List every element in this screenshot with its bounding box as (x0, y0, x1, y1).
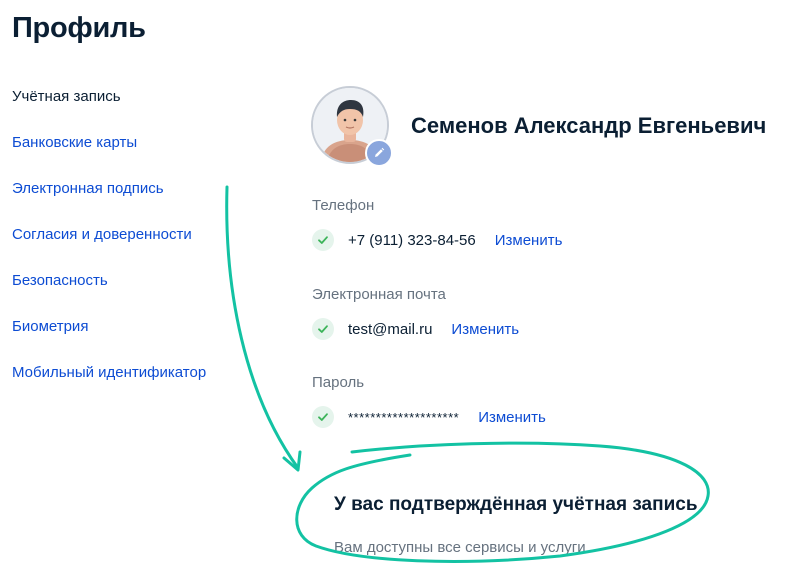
check-icon (312, 318, 334, 340)
page-title: Профиль (12, 12, 146, 44)
change-password-link[interactable]: Изменить (478, 409, 546, 426)
account-status-text: Вам доступны все сервисы и услуги (334, 539, 586, 556)
pencil-icon[interactable] (365, 139, 393, 167)
sidebar-item-mobile-id[interactable]: Мобильный идентификатор (12, 364, 206, 381)
sidebar-item-biometrics[interactable]: Биометрия (12, 318, 88, 335)
annotation-arrow (225, 185, 300, 470)
sidebar-item-security[interactable]: Безопасность (12, 272, 108, 289)
sidebar-item-consents[interactable]: Согласия и доверенности (12, 226, 192, 243)
annotation-arrowhead (282, 450, 302, 472)
password-label: Пароль (312, 374, 365, 391)
user-full-name: Семенов Александр Евгеньевич (411, 113, 767, 138)
email-row: test@mail.ru Изменить (312, 317, 519, 341)
email-label: Электронная почта (312, 286, 446, 303)
sidebar-item-account[interactable]: Учётная запись (12, 88, 121, 105)
check-icon (312, 406, 334, 428)
avatar[interactable] (311, 86, 393, 167)
sidebar-item-e-signature[interactable]: Электронная подпись (12, 180, 164, 197)
phone-label: Телефон (312, 197, 375, 214)
email-value: test@mail.ru (348, 320, 433, 338)
account-status-title: У вас подтверждённая учётная запись (334, 494, 698, 515)
sidebar-item-bank-cards[interactable]: Банковские карты (12, 134, 137, 151)
change-phone-link[interactable]: Изменить (495, 232, 563, 249)
password-value: ******************** (348, 409, 460, 425)
change-email-link[interactable]: Изменить (451, 321, 519, 338)
check-icon (312, 229, 334, 251)
phone-value: +7 (911) 323-84-56 (348, 231, 476, 249)
phone-row: +7 (911) 323-84-56 Изменить (312, 228, 562, 252)
password-row: ******************** Изменить (312, 405, 546, 429)
